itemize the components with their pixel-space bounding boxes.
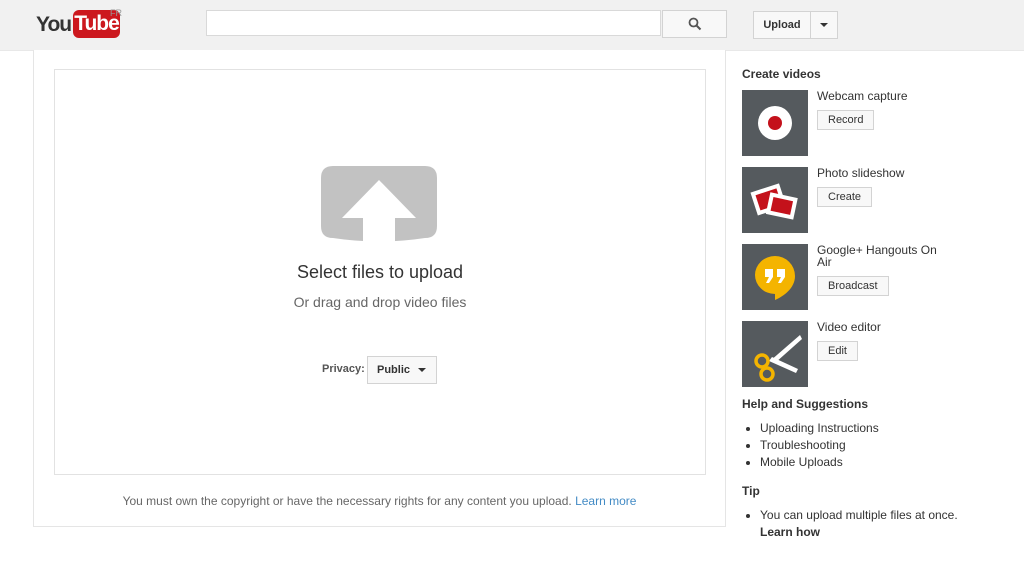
logo-you-text: You bbox=[36, 13, 72, 36]
privacy-value: Public bbox=[377, 364, 411, 376]
video-editor-thumbnail[interactable] bbox=[742, 321, 808, 387]
photo-slideshow-title[interactable]: Photo slideshow bbox=[817, 167, 937, 179]
tip-item: You can upload multiple files at once. L… bbox=[760, 507, 1000, 541]
upload-arrow-icon[interactable] bbox=[321, 166, 437, 244]
photo-slideshow-thumbnail[interactable] bbox=[742, 167, 808, 233]
create-videos-heading: Create videos bbox=[742, 67, 821, 81]
hangouts-thumbnail[interactable] bbox=[742, 244, 808, 310]
upload-menu-button[interactable] bbox=[810, 11, 838, 39]
search-input[interactable] bbox=[206, 10, 661, 36]
copyright-notice: You must own the copyright or have the n… bbox=[33, 494, 726, 508]
logo-region-code: FR bbox=[110, 8, 122, 18]
tip-list: You can upload multiple files at once. L… bbox=[742, 507, 1000, 541]
help-link-troubleshooting[interactable]: Troubleshooting bbox=[760, 437, 879, 454]
webcam-capture-title[interactable]: Webcam capture bbox=[817, 90, 937, 102]
chevron-down-icon bbox=[820, 23, 828, 27]
copyright-text: You must own the copyright or have the n… bbox=[122, 494, 572, 508]
chevron-down-icon bbox=[418, 368, 427, 372]
upload-button[interactable]: Upload bbox=[753, 11, 811, 39]
search-button[interactable] bbox=[662, 10, 727, 38]
drag-drop-hint: Or drag and drop video files bbox=[293, 294, 467, 310]
record-icon bbox=[758, 106, 792, 140]
tip-text: You can upload multiple files at once. bbox=[760, 508, 958, 522]
hangouts-icon bbox=[755, 256, 795, 300]
hangouts-title[interactable]: Google+ Hangouts On Air bbox=[817, 244, 937, 268]
learn-more-link[interactable]: Learn more bbox=[575, 494, 636, 508]
privacy-label: Privacy: bbox=[322, 363, 365, 375]
help-heading: Help and Suggestions bbox=[742, 397, 869, 411]
help-links-list: Uploading Instructions Troubleshooting M… bbox=[742, 420, 879, 471]
edit-button[interactable]: Edit bbox=[817, 341, 858, 361]
help-link-uploading-instructions[interactable]: Uploading Instructions bbox=[760, 420, 879, 437]
tip-heading: Tip bbox=[742, 484, 760, 498]
help-link-mobile-uploads[interactable]: Mobile Uploads bbox=[760, 454, 879, 471]
learn-how-link[interactable]: Learn how bbox=[760, 525, 820, 539]
video-editor-title[interactable]: Video editor bbox=[817, 321, 937, 333]
select-files-link[interactable]: Select files to upload bbox=[54, 262, 706, 283]
webcam-capture-thumbnail[interactable] bbox=[742, 90, 808, 156]
search-icon bbox=[688, 17, 701, 31]
privacy-dropdown[interactable]: Public bbox=[367, 356, 437, 384]
create-button[interactable]: Create bbox=[817, 187, 873, 207]
scissors-icon bbox=[754, 335, 802, 382]
broadcast-button[interactable]: Broadcast bbox=[817, 276, 889, 296]
photos-icon bbox=[750, 183, 798, 220]
masthead: You Tube FR Upload bbox=[0, 0, 1024, 51]
record-button[interactable]: Record bbox=[817, 110, 875, 130]
